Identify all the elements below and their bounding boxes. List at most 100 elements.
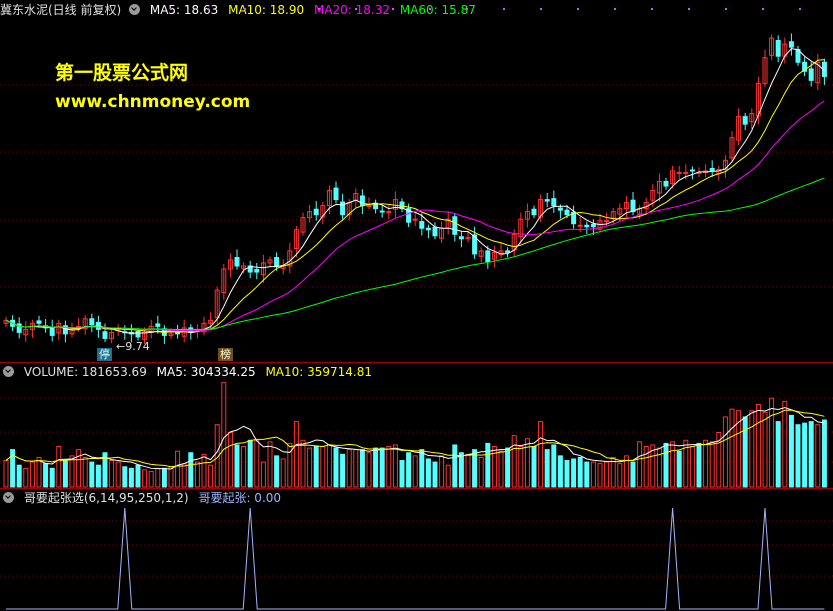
candle-body — [155, 323, 161, 327]
volume-bar — [498, 450, 504, 488]
volume-bar — [234, 444, 240, 488]
candle-body — [432, 226, 438, 237]
volume-bar — [227, 432, 233, 488]
candle-body — [340, 201, 346, 216]
volume-bar — [584, 461, 590, 488]
volume-bar — [452, 444, 458, 488]
candle-body — [36, 320, 42, 324]
volume-bar — [115, 461, 121, 488]
top-dot-marker — [207, 8, 209, 10]
volume-bar — [373, 447, 379, 488]
candle-body — [49, 327, 55, 336]
volume-bar — [326, 444, 332, 488]
volume-bar — [148, 470, 154, 488]
candle-body — [379, 210, 385, 213]
candle-body — [584, 224, 590, 228]
top-dot-marker — [614, 8, 616, 10]
volume-bar — [399, 460, 405, 488]
candle-body — [577, 224, 583, 227]
candle-body — [676, 171, 682, 174]
volume-bar — [82, 456, 88, 488]
candle-body — [689, 169, 695, 172]
volume-bar — [16, 464, 22, 488]
candle-body — [564, 209, 570, 216]
candle-body — [485, 250, 491, 262]
top-dot-marker — [355, 8, 357, 10]
volume-bar — [597, 463, 603, 488]
volume-bar — [29, 461, 35, 488]
volume-ma10-line — [5, 409, 825, 468]
volume-bar — [208, 464, 214, 488]
top-dot-marker — [170, 8, 172, 10]
top-dot-marker — [466, 8, 468, 10]
top-dot-marker — [762, 8, 764, 10]
volume-bar — [168, 466, 174, 488]
volume-bar — [689, 446, 695, 488]
volume-bar — [551, 444, 557, 488]
volume-bar — [43, 463, 49, 488]
volume-bar — [670, 441, 676, 488]
volume-bar — [49, 467, 55, 488]
volume-bar — [577, 456, 583, 488]
volume-bar — [412, 455, 418, 488]
volume-bar — [722, 416, 728, 488]
volume-bar — [247, 439, 253, 488]
ma5-line — [5, 48, 825, 334]
volume-bar — [346, 449, 352, 488]
candle-body — [531, 208, 537, 216]
volume-bar — [571, 458, 577, 488]
candle-body — [313, 208, 319, 216]
volume-bar — [56, 446, 62, 488]
volume-bar — [544, 449, 550, 488]
volume-bar — [802, 422, 808, 488]
volume-bar — [524, 438, 530, 488]
volume-bar — [696, 442, 702, 488]
candle-body — [663, 180, 669, 187]
volume-bar — [333, 447, 339, 488]
volume-bar — [518, 446, 524, 488]
indicator-line — [6, 507, 825, 610]
candle-body — [709, 167, 715, 172]
volume-bar — [201, 453, 207, 488]
volume-bar — [366, 452, 372, 488]
volume-bar — [637, 441, 643, 488]
volume-bar — [188, 452, 194, 488]
volume-bar — [175, 450, 181, 488]
candle-body — [366, 205, 372, 208]
volume-bar — [432, 461, 438, 488]
candle-body — [590, 223, 596, 228]
volume-bar — [590, 461, 596, 488]
volume-bar — [280, 458, 286, 488]
volume-bar — [274, 455, 280, 488]
volume-bar — [465, 453, 471, 488]
top-dot-marker — [392, 8, 394, 10]
volume-bar — [95, 464, 101, 488]
volume-bar — [742, 416, 748, 488]
volume-bar — [604, 461, 610, 488]
volume-bar — [815, 424, 821, 488]
candle-body — [452, 216, 458, 235]
volume-bar — [392, 444, 398, 488]
candle-body — [544, 199, 550, 202]
volume-bar — [676, 450, 682, 488]
volume-bar — [617, 463, 623, 488]
volume-bar — [161, 467, 167, 488]
volume-bar — [511, 435, 517, 488]
candle-body — [412, 218, 418, 221]
top-dot-marker — [799, 8, 801, 10]
candle-body — [630, 199, 636, 213]
candle-body — [551, 198, 557, 207]
candle-body — [425, 227, 431, 231]
volume-bar — [254, 439, 260, 488]
volume-bar — [458, 452, 464, 488]
volume-bar — [122, 466, 128, 488]
volume-bar — [260, 461, 266, 488]
candle-body — [135, 330, 141, 338]
top-dot-marker — [318, 8, 320, 10]
top-dot-marker — [281, 8, 283, 10]
volume-bar — [142, 469, 148, 488]
volume-bar — [643, 446, 649, 488]
volume-bar — [564, 460, 570, 488]
volume-bar — [505, 447, 511, 488]
volume-bar — [181, 463, 187, 488]
